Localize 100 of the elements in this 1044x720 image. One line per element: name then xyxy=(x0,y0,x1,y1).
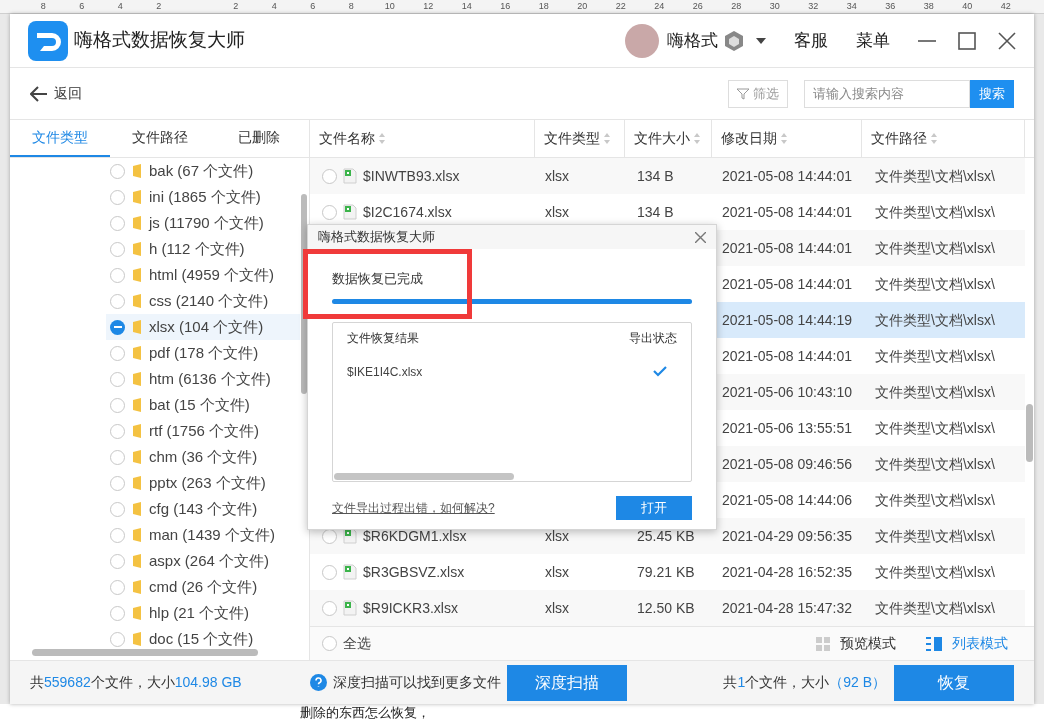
column-header[interactable]: 文件大小 xyxy=(625,120,712,157)
folder-icon xyxy=(133,346,141,360)
file-type-item[interactable]: html (4959 个文件) xyxy=(106,262,300,288)
ruler-number: 2 xyxy=(155,0,163,13)
radio-button[interactable] xyxy=(110,475,125,491)
avatar[interactable] xyxy=(625,23,659,58)
back-button[interactable]: 返回 xyxy=(30,83,82,104)
close-icon[interactable] xyxy=(695,231,706,243)
radio-button[interactable] xyxy=(110,449,125,465)
file-type-label: html (4959 个文件) xyxy=(149,264,275,285)
column-header[interactable]: 文件名称 xyxy=(310,120,535,157)
file-name: $R9ICKR3.xlsx xyxy=(363,598,458,618)
modified-date: 2021-04-28 16:52:35 xyxy=(722,563,852,580)
recover-button[interactable]: 恢复 xyxy=(894,664,1014,701)
folder-icon xyxy=(133,580,141,594)
radio-button[interactable] xyxy=(322,204,337,220)
spreadsheet-file-icon xyxy=(343,564,357,580)
radio-button[interactable] xyxy=(110,501,125,517)
sidebar-tab[interactable]: 已删除 xyxy=(209,120,309,157)
radio-button[interactable] xyxy=(110,605,125,621)
file-type-item[interactable]: css (2140 个文件) xyxy=(106,288,300,314)
caret-icon[interactable] xyxy=(756,37,766,44)
column-header[interactable]: 文件类型 xyxy=(535,120,625,157)
file-type-item[interactable]: pptx (263 个文件) xyxy=(106,470,300,496)
radio-button[interactable] xyxy=(110,293,125,309)
folder-icon xyxy=(133,476,141,490)
file-type-item[interactable]: doc (15 个文件) xyxy=(106,626,300,652)
file-type-item[interactable]: man (1439 个文件) xyxy=(106,522,300,548)
file-type-item[interactable]: xlsx (104 个文件) xyxy=(106,314,300,340)
header-link[interactable]: 菜单 xyxy=(856,27,890,54)
file-path: 文件类型\文档\xlsx\ xyxy=(875,167,995,184)
ruler-number: 6 xyxy=(78,0,86,13)
radio-button[interactable] xyxy=(322,600,337,616)
spreadsheet-file-icon xyxy=(343,600,357,616)
radio-button[interactable] xyxy=(110,423,125,439)
scrollbar-thumb[interactable] xyxy=(1026,404,1033,462)
help-link[interactable]: 文件导出过程出错，如何解决? xyxy=(332,498,495,517)
scrollbar-thumb[interactable] xyxy=(301,194,307,394)
file-size: 12.50 KB xyxy=(637,599,695,616)
file-type-item[interactable]: bat (15 个文件) xyxy=(106,392,300,418)
sidebar-tab[interactable]: 文件路径 xyxy=(109,120,210,157)
file-type-item[interactable]: bak (67 个文件) xyxy=(106,158,300,184)
ruler-number: 16 xyxy=(499,0,512,13)
radio-button[interactable] xyxy=(110,397,125,413)
radio-button[interactable] xyxy=(110,371,125,387)
file-type-item[interactable]: cfg (143 个文件) xyxy=(106,496,300,522)
radio-button[interactable] xyxy=(110,579,125,595)
sidebar-tab[interactable]: 文件类型 xyxy=(10,120,110,157)
folder-icon xyxy=(133,528,141,542)
file-type-item[interactable]: aspx (264 个文件) xyxy=(106,548,300,574)
modified-date: 2021-05-08 14:44:01 xyxy=(722,347,852,364)
file-type-item[interactable]: js (11790 个文件) xyxy=(106,210,300,236)
selection-summary: 共1个文件，大小（92 B） xyxy=(723,673,886,692)
partial-check-icon[interactable] xyxy=(110,319,125,335)
status-message: 数据恢复已完成 xyxy=(332,270,424,288)
column-header[interactable]: 文件路径 xyxy=(862,120,1025,157)
table-row[interactable]: $R9ICKR3.xlsx xlsx 12.50 KB 2021-04-28 15:47:32 文件类型\文档\xlsx\ xyxy=(310,590,1025,626)
file-type-item[interactable]: ini (1865 个文件) xyxy=(106,184,300,210)
file-type-label: h (112 个文件) xyxy=(149,238,245,259)
open-button[interactable]: 打开 xyxy=(616,495,692,520)
ruler-number: 20 xyxy=(576,0,589,13)
file-type-item[interactable]: h (112 个文件) xyxy=(106,236,300,262)
radio-button[interactable] xyxy=(110,163,125,179)
ruler-number: 4 xyxy=(116,0,124,13)
search-field[interactable]: 请输入搜索内容 xyxy=(804,79,970,108)
file-type-label: js (11790 个文件) xyxy=(149,212,264,233)
select-all-checkbox[interactable]: 全选 xyxy=(322,633,371,654)
maximize-icon[interactable] xyxy=(958,31,976,50)
radio-button[interactable] xyxy=(110,345,125,361)
file-type-item[interactable]: pdf (178 个文件) xyxy=(106,340,300,366)
radio-button[interactable] xyxy=(110,189,125,205)
radio-button[interactable] xyxy=(322,168,337,184)
view-mode-button[interactable]: 预览模式 xyxy=(816,633,896,654)
folder-icon xyxy=(133,502,141,516)
radio-button[interactable] xyxy=(322,564,337,580)
radio-button[interactable] xyxy=(110,267,125,283)
view-mode-button[interactable]: 列表模式 xyxy=(926,633,1008,654)
deep-scan-button[interactable]: 深度扫描 xyxy=(506,664,627,701)
file-type-item[interactable]: htm (6136 个文件) xyxy=(106,366,300,392)
radio-button[interactable] xyxy=(110,215,125,231)
file-type-item[interactable]: chm (36 个文件) xyxy=(106,444,300,470)
file-type-label: cmd (26 个文件) xyxy=(149,576,258,597)
file-size: 79.21 KB xyxy=(637,563,695,580)
file-type-label: ini (1865 个文件) xyxy=(149,186,261,207)
scrollbar-thumb[interactable] xyxy=(32,649,258,656)
radio-button[interactable] xyxy=(110,241,125,257)
table-row[interactable]: $INWTB93.xlsx xlsx 134 B 2021-05-08 14:44:01 文件类型\文档\xlsx\ xyxy=(310,158,1025,194)
radio-button[interactable] xyxy=(110,553,125,569)
file-type-item[interactable]: rtf (1756 个文件) xyxy=(106,418,300,444)
close-icon[interactable] xyxy=(998,31,1016,50)
header-link[interactable]: 客服 xyxy=(794,27,828,54)
column-header[interactable]: 修改日期 xyxy=(712,120,862,157)
file-type-item[interactable]: cmd (26 个文件) xyxy=(106,574,300,600)
file-type-item[interactable]: hlp (21 个文件) xyxy=(106,600,300,626)
file-name: $INWTB93.xlsx xyxy=(363,166,460,186)
radio-button[interactable] xyxy=(110,527,125,543)
scrollbar-thumb[interactable] xyxy=(334,472,514,480)
ruler-number: 4 xyxy=(270,0,278,13)
ruler-number: 40 xyxy=(961,0,974,13)
radio-button[interactable] xyxy=(110,631,125,647)
